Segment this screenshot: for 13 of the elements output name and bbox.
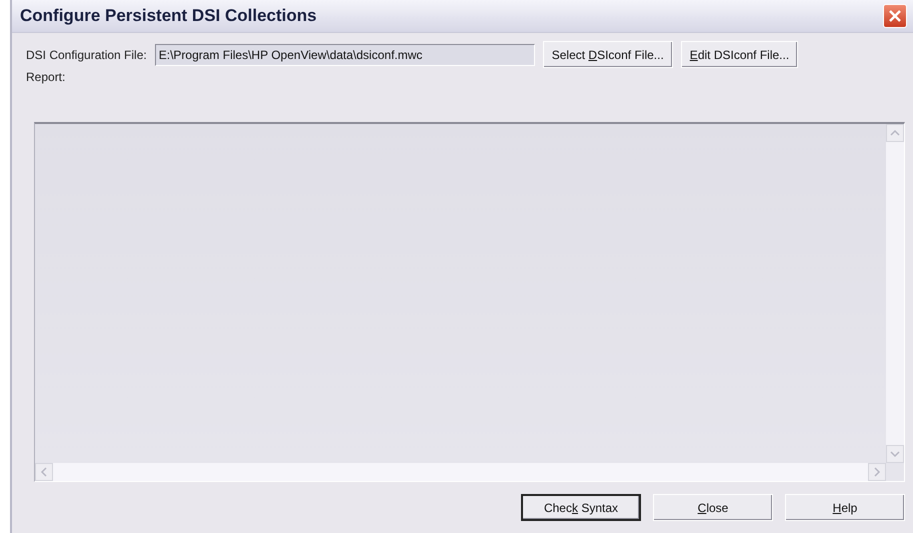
window-title: Configure Persistent DSI Collections: [20, 6, 317, 26]
file-button[interactable]: Edit DSIconf File...: [680, 41, 798, 68]
close-icon: [889, 10, 901, 22]
dialog-button[interactable]: Check Syntax: [521, 494, 641, 521]
report-label: Report:: [26, 70, 66, 84]
close-button[interactable]: [883, 4, 907, 28]
vertical-scrollbar[interactable]: [886, 124, 904, 463]
dialog-button[interactable]: Close: [653, 494, 773, 521]
file-button[interactable]: Select DSIconf File...: [542, 41, 673, 68]
config-file-field[interactable]: E:\Program Files\HP OpenView\data\dsiconf.mwc: [154, 44, 535, 66]
horizontal-scrollbar[interactable]: [35, 463, 886, 481]
config-file-label: DSI Configuration File:: [26, 48, 147, 62]
dialog-button[interactable]: Help: [785, 494, 905, 521]
